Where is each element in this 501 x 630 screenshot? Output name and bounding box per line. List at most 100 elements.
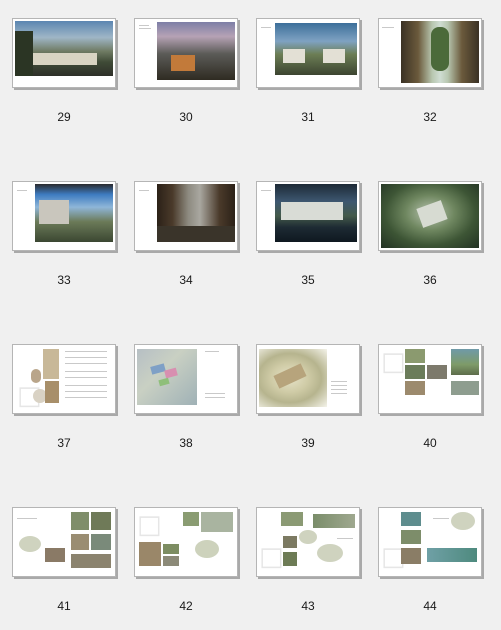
render-tree (15, 31, 33, 76)
page-preview (378, 18, 482, 88)
text-line (65, 357, 107, 358)
text-line (331, 381, 347, 382)
text-line (65, 363, 107, 364)
page-thumbnail-38[interactable] (134, 344, 238, 416)
page-preview: □ (378, 344, 482, 414)
photo (427, 365, 447, 379)
watermark-glyph: □ (381, 347, 406, 377)
text-line (261, 27, 271, 28)
photo (313, 514, 355, 528)
page-number: 41 (57, 599, 71, 613)
watermark-glyph: □ (137, 510, 162, 540)
photo (201, 512, 233, 532)
page-thumbnail-35[interactable] (256, 181, 360, 253)
page-number: 34 (179, 273, 193, 287)
page-thumbnail-40[interactable]: □ (378, 344, 482, 416)
text-line (65, 397, 107, 398)
text-line (337, 538, 353, 539)
photo (45, 381, 59, 403)
page-preview (134, 18, 238, 88)
sketch-image (19, 536, 41, 552)
page-thumbnail-42[interactable]: □ (134, 507, 238, 579)
photo (71, 512, 89, 530)
photo (45, 548, 65, 562)
photo (405, 381, 425, 395)
render-building (171, 55, 195, 71)
text-line (65, 371, 107, 372)
photo (43, 349, 59, 379)
page-number: 38 (179, 436, 193, 450)
render-image (157, 22, 235, 80)
text-line (205, 393, 225, 394)
watermark-glyph: □ (259, 542, 284, 572)
page-number: 37 (57, 436, 71, 450)
page-number: 31 (301, 110, 315, 124)
text-line (139, 28, 151, 29)
sketch-image (195, 540, 219, 558)
text-line (331, 389, 347, 390)
photo (405, 365, 425, 379)
sketch-image (299, 530, 317, 544)
page-preview (256, 344, 360, 414)
render-floor (157, 226, 235, 242)
page-thumbnail-30[interactable] (134, 18, 238, 90)
page-number: 29 (57, 110, 71, 124)
page-number: 36 (423, 273, 437, 287)
page-thumbnail-33[interactable] (12, 181, 116, 253)
page-thumbnail-43[interactable]: □ (256, 507, 360, 579)
text-line (205, 397, 225, 398)
page-thumbnail-37[interactable]: □ (12, 344, 116, 416)
text-line (65, 391, 107, 392)
text-line (17, 518, 37, 519)
photo (401, 530, 421, 544)
page-thumbnail-32[interactable] (378, 18, 482, 90)
photo (401, 512, 421, 526)
page-number: 39 (301, 436, 315, 450)
photo (427, 548, 477, 562)
page-preview (256, 18, 360, 88)
page-number: 44 (423, 599, 437, 613)
photo (283, 552, 297, 566)
text-line (65, 385, 107, 386)
text-line (17, 190, 27, 191)
page-preview (12, 18, 116, 88)
page-preview (12, 181, 116, 251)
text-line (261, 190, 271, 191)
page-preview: □ (256, 507, 360, 577)
text-line (331, 393, 347, 394)
page-thumbnail-34[interactable] (134, 181, 238, 253)
page-thumbnail-36[interactable] (378, 181, 482, 253)
photo (163, 544, 179, 554)
page-preview: □ (378, 507, 482, 577)
page-thumbnail-39[interactable] (256, 344, 360, 416)
page-preview (134, 181, 238, 251)
photo (71, 554, 111, 568)
page-number: 40 (423, 436, 437, 450)
page-thumbnail-41[interactable] (12, 507, 116, 579)
render-building (39, 200, 69, 224)
photo (401, 548, 421, 564)
page-thumbnail-44[interactable]: □ (378, 507, 482, 579)
page-preview (12, 507, 116, 577)
photo (281, 512, 303, 526)
page-thumbnail-29[interactable] (12, 18, 116, 90)
photo (183, 512, 199, 526)
sketch-image (317, 544, 343, 562)
page-number: 30 (179, 110, 193, 124)
page-preview: □ (134, 507, 238, 577)
page-number: 35 (301, 273, 315, 287)
page-preview (256, 181, 360, 251)
page-preview: □ (12, 344, 116, 414)
text-line (205, 351, 219, 352)
photo (283, 536, 297, 548)
photo (91, 534, 111, 550)
render-building (323, 49, 345, 63)
photo (91, 512, 111, 530)
text-line (382, 27, 394, 28)
page-thumbnail-31[interactable] (256, 18, 360, 90)
photo (71, 534, 89, 550)
text-line (331, 385, 347, 386)
photo (451, 381, 479, 395)
page-preview (134, 344, 238, 414)
page-number: 32 (423, 110, 437, 124)
